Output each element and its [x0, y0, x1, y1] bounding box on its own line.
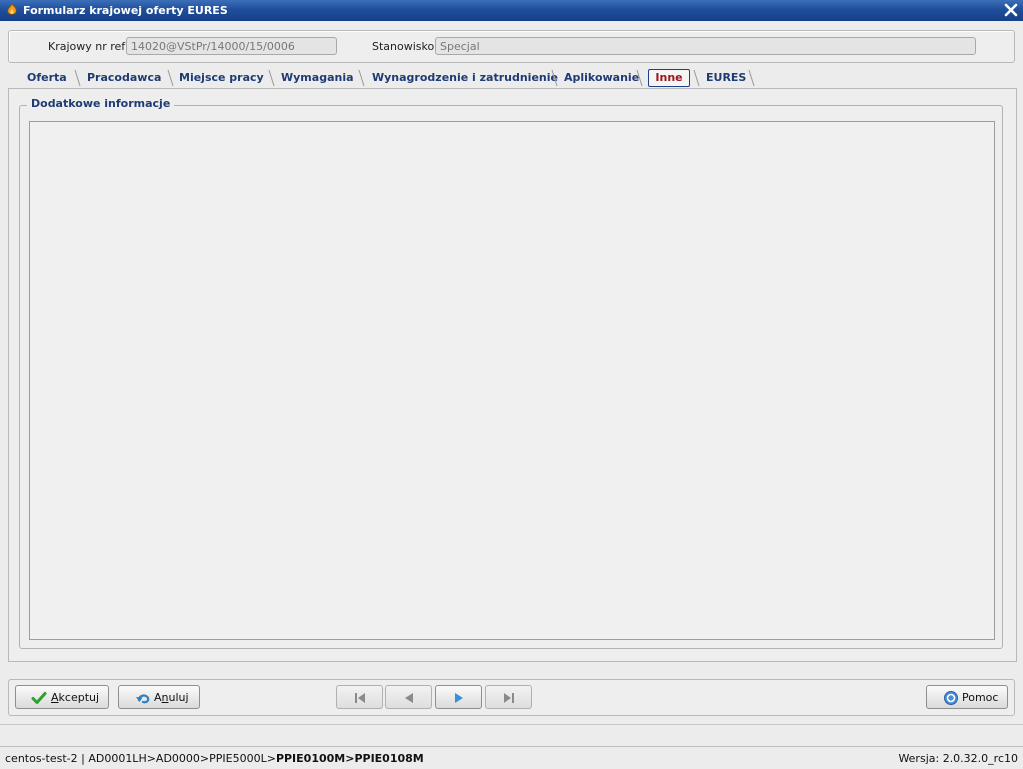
- tab-separator: [748, 69, 755, 87]
- checkmark-icon: [31, 692, 47, 704]
- group-title: Dodatkowe informacje: [27, 97, 175, 110]
- help-icon: [944, 691, 958, 705]
- tab-separator: [74, 69, 81, 87]
- cancel-button[interactable]: Anuluj: [118, 685, 200, 709]
- position-label: Stanowisko:: [372, 40, 438, 53]
- tab-miejsce-pracy[interactable]: Miejsce pracy: [179, 69, 264, 87]
- help-label: Pomoc: [962, 691, 999, 704]
- tab-wymagania[interactable]: Wymagania: [281, 69, 354, 87]
- close-icon[interactable]: [1003, 2, 1019, 18]
- cancel-label: Anuluj: [154, 691, 189, 704]
- tab-wynagrodzenie[interactable]: Wynagrodzenie i zatrudnienie: [372, 69, 558, 87]
- action-button-panel: Akceptuj Anuluj Pomoc: [8, 679, 1015, 716]
- window-title-bar: Formularz krajowej oferty EURES: [0, 0, 1023, 21]
- additional-info-group: Dodatkowe informacje: [19, 97, 1003, 649]
- first-record-icon: [354, 693, 365, 703]
- window-title: Formularz krajowej oferty EURES: [23, 4, 228, 17]
- last-record-icon: [503, 693, 514, 703]
- last-record-button[interactable]: [485, 685, 532, 709]
- status-bar: centos-test-2 | AD0001LH>AD0000>PPIE5000…: [0, 746, 1023, 769]
- tab-separator: [358, 69, 365, 87]
- next-record-button[interactable]: [435, 685, 482, 709]
- ref-number-field[interactable]: 14020@VStPr/14000/15/0006: [126, 37, 337, 55]
- help-button[interactable]: Pomoc: [926, 685, 1008, 709]
- separator-line: [0, 724, 1023, 725]
- tab-eures[interactable]: EURES: [706, 69, 746, 87]
- offer-header-panel: Krajowy nr ref: 14020@VStPr/14000/15/000…: [8, 30, 1015, 63]
- previous-record-button[interactable]: [385, 685, 432, 709]
- tab-inne[interactable]: Inne: [648, 69, 690, 87]
- app-flame-icon: [7, 3, 17, 15]
- tab-aplikowanie[interactable]: Aplikowanie: [564, 69, 639, 87]
- accept-label: Akceptuj: [51, 691, 100, 704]
- next-record-icon: [454, 693, 463, 703]
- position-field[interactable]: Specjal: [435, 37, 976, 55]
- tab-separator: [636, 69, 643, 87]
- navigation-path: centos-test-2 | AD0001LH>AD0000>PPIE5000…: [5, 752, 424, 765]
- ref-label: Krajowy nr ref:: [48, 40, 129, 53]
- tab-separator: [167, 69, 174, 87]
- accept-button[interactable]: Akceptuj: [15, 685, 109, 709]
- tab-separator: [693, 69, 700, 87]
- tab-oferta[interactable]: Oferta: [27, 69, 67, 87]
- previous-record-icon: [404, 693, 413, 703]
- tab-pracodawca[interactable]: Pracodawca: [87, 69, 161, 87]
- tab-separator: [551, 69, 558, 87]
- first-record-button[interactable]: [336, 685, 383, 709]
- tab-content-panel: Dodatkowe informacje: [8, 88, 1017, 662]
- tab-separator: [268, 69, 275, 87]
- undo-arrow-icon: [136, 694, 150, 704]
- version-label: Wersja: 2.0.32.0_rc10: [898, 752, 1018, 765]
- additional-info-textarea[interactable]: [29, 121, 995, 640]
